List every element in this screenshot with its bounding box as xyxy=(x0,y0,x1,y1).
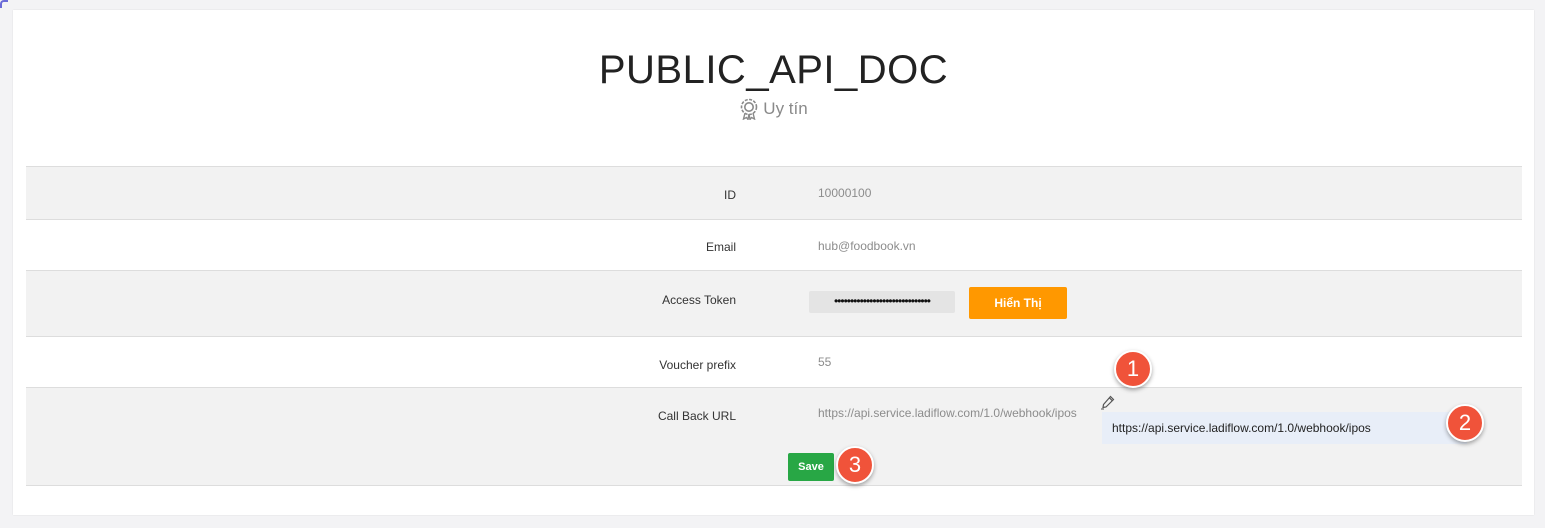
show-token-button[interactable]: Hiển Thị xyxy=(969,287,1067,319)
annotation-step-1: 1 xyxy=(1114,350,1152,388)
annotation-step-2: 2 xyxy=(1446,404,1484,442)
email-label: Email xyxy=(705,240,736,254)
access-token-label: Access Token xyxy=(662,293,736,307)
save-button[interactable]: Save xyxy=(788,453,834,481)
table-row-callback-url: Call Back URL https://api.service.ladifl… xyxy=(26,388,1522,486)
id-value: 10000100 xyxy=(818,186,872,200)
profile-card: PUBLIC_API_DOC Uy tín ID 10000100 Email … xyxy=(13,10,1534,515)
id-label: ID xyxy=(724,188,736,202)
pencil-icon[interactable] xyxy=(1100,394,1116,410)
callback-url-input[interactable] xyxy=(1102,412,1467,444)
access-token-masked-field: •••••••••••••••••••••••••••••• xyxy=(809,291,955,313)
annotation-step-3: 3 xyxy=(836,446,874,484)
voucher-prefix-label: Voucher prefix xyxy=(659,358,736,372)
table-row-id: ID 10000100 xyxy=(26,167,1522,220)
voucher-prefix-value: 55 xyxy=(818,355,832,369)
email-value: hub@foodbook.vn xyxy=(818,239,916,253)
table-row-email: Email hub@foodbook.vn xyxy=(26,220,1522,271)
table-row-voucher-prefix: Voucher prefix 55 xyxy=(26,337,1522,388)
reputation-badge: Uy tín xyxy=(13,98,1534,120)
window-corner-mark xyxy=(0,0,8,8)
reputation-label: Uy tín xyxy=(763,99,808,118)
page-title: PUBLIC_API_DOC xyxy=(598,48,949,92)
award-icon xyxy=(739,98,759,120)
callback-url-value: https://api.service.ladiflow.com/1.0/web… xyxy=(818,406,1077,420)
callback-url-label: Call Back URL xyxy=(657,409,736,423)
table-row-access-token: Access Token •••••••••••••••••••••••••••… xyxy=(26,271,1522,337)
account-details-table: ID 10000100 Email hub@foodbook.vn Access… xyxy=(26,166,1522,486)
